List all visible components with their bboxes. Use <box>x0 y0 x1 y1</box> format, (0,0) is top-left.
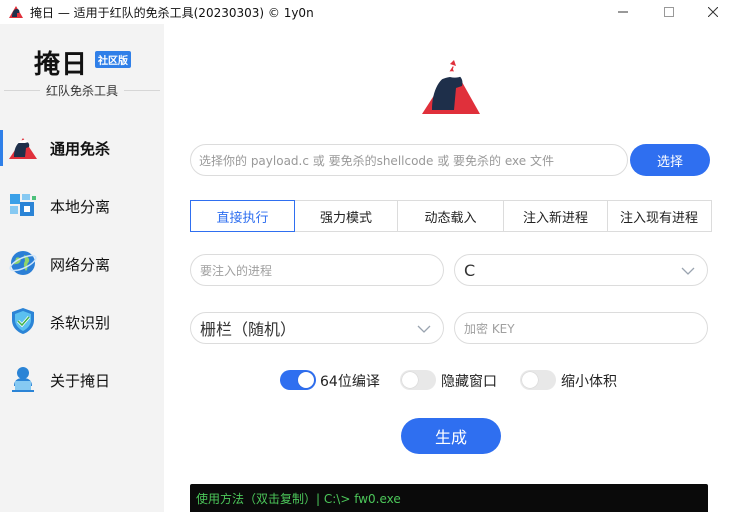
sidebar-item-label: 网络分离 <box>50 256 111 274</box>
tab-inject-new-process[interactable]: 注入新进程 <box>504 201 608 231</box>
user-laptop-icon <box>12 367 34 392</box>
toggle-knob <box>402 372 418 388</box>
shield-check-icon <box>12 308 34 334</box>
target-process-placeholder: 要注入的进程 <box>200 263 273 278</box>
window-title: 掩日 — 适用于红队的免杀工具(20230303) © 1y0n <box>30 6 314 20</box>
payload-path-placeholder: 选择你的 payload.c 或 要免杀的shellcode 或 要免杀的 ex… <box>199 153 554 168</box>
encryption-select[interactable]: 栅栏（随机） <box>190 312 444 344</box>
wolf-icon <box>9 138 37 159</box>
chevron-down-icon <box>417 325 431 333</box>
sidebar-item-label: 通用免杀 <box>50 140 111 158</box>
tab-dynamic-load[interactable]: 动态载入 <box>398 201 504 231</box>
title-bar: 掩日 — 适用于红队的免杀工具(20230303) © 1y0n <box>0 0 736 24</box>
chevron-down-icon <box>681 267 695 275</box>
payload-path-input[interactable]: 选择你的 payload.c 或 要免杀的shellcode 或 要免杀的 ex… <box>190 144 628 176</box>
divider-right <box>124 90 160 91</box>
maximize-icon <box>664 7 674 17</box>
brand-subtitle: 红队免杀工具 <box>46 84 119 98</box>
data-blocks-icon <box>10 194 36 216</box>
brand: 掩日 社区版 红队免杀工具 <box>0 24 164 114</box>
toggle-knob <box>522 372 538 388</box>
sidebar-item-general[interactable]: 通用免杀 <box>0 124 164 172</box>
maximize-button[interactable] <box>646 0 692 24</box>
language-select[interactable]: C <box>454 254 708 286</box>
brand-name: 掩日 <box>34 50 89 80</box>
sidebar-item-local-separation[interactable]: 本地分离 <box>0 182 164 230</box>
sidebar: 掩日 社区版 红队免杀工具 通用免杀 本地分离 网络分离 杀软识别 关于掩日 <box>0 24 164 512</box>
options-row: 64位编译 隐藏窗口 缩小体积 <box>280 368 640 392</box>
toggle-64bit[interactable] <box>280 370 316 390</box>
sidebar-item-about[interactable]: 关于掩日 <box>0 356 164 404</box>
sidebar-item-label: 本地分离 <box>50 198 111 216</box>
main-panel: 选择你的 payload.c 或 要免杀的shellcode 或 要免杀的 ex… <box>164 24 736 512</box>
toggle-reduce-size[interactable] <box>520 370 556 390</box>
close-icon <box>708 7 718 17</box>
encryption-select-value: 栅栏（随机） <box>200 320 297 339</box>
encryption-key-placeholder: 加密 KEY <box>464 321 515 336</box>
sidebar-item-label: 关于掩日 <box>50 372 111 390</box>
divider-left <box>4 90 40 91</box>
usage-console[interactable]: 使用方法（双击复制）| C:\> fw0.exe <box>190 484 708 512</box>
app-logo-icon <box>9 6 23 18</box>
globe-icon <box>9 251 37 275</box>
mode-tabs: 直接执行 强力模式 动态载入 注入新进程 注入现有进程 <box>190 200 712 232</box>
language-select-value: C <box>464 260 476 280</box>
sidebar-item-av-detection[interactable]: 杀软识别 <box>0 298 164 346</box>
minimize-icon <box>618 11 628 13</box>
minimize-button[interactable] <box>600 0 646 24</box>
tab-inject-existing-process[interactable]: 注入现有进程 <box>608 201 710 231</box>
select-file-button[interactable]: 选择 <box>630 144 710 176</box>
tab-direct-execute[interactable]: 直接执行 <box>190 200 295 232</box>
sidebar-item-label: 杀软识别 <box>50 314 111 332</box>
edition-badge: 社区版 <box>95 51 131 68</box>
tab-power-mode[interactable]: 强力模式 <box>295 201 398 231</box>
wolf-logo-icon <box>422 60 480 114</box>
toggle-hide-window[interactable] <box>400 370 436 390</box>
generate-button[interactable]: 生成 <box>401 418 501 454</box>
toggle-reduce-size-label: 缩小体积 <box>561 374 617 390</box>
close-button[interactable] <box>690 0 736 24</box>
toggle-knob <box>298 372 314 388</box>
toggle-64bit-label: 64位编译 <box>320 374 380 390</box>
encryption-key-input[interactable]: 加密 KEY <box>454 312 708 344</box>
toggle-hide-window-label: 隐藏窗口 <box>441 374 497 390</box>
target-process-input[interactable]: 要注入的进程 <box>190 254 444 286</box>
sidebar-item-network-separation[interactable]: 网络分离 <box>0 240 164 288</box>
